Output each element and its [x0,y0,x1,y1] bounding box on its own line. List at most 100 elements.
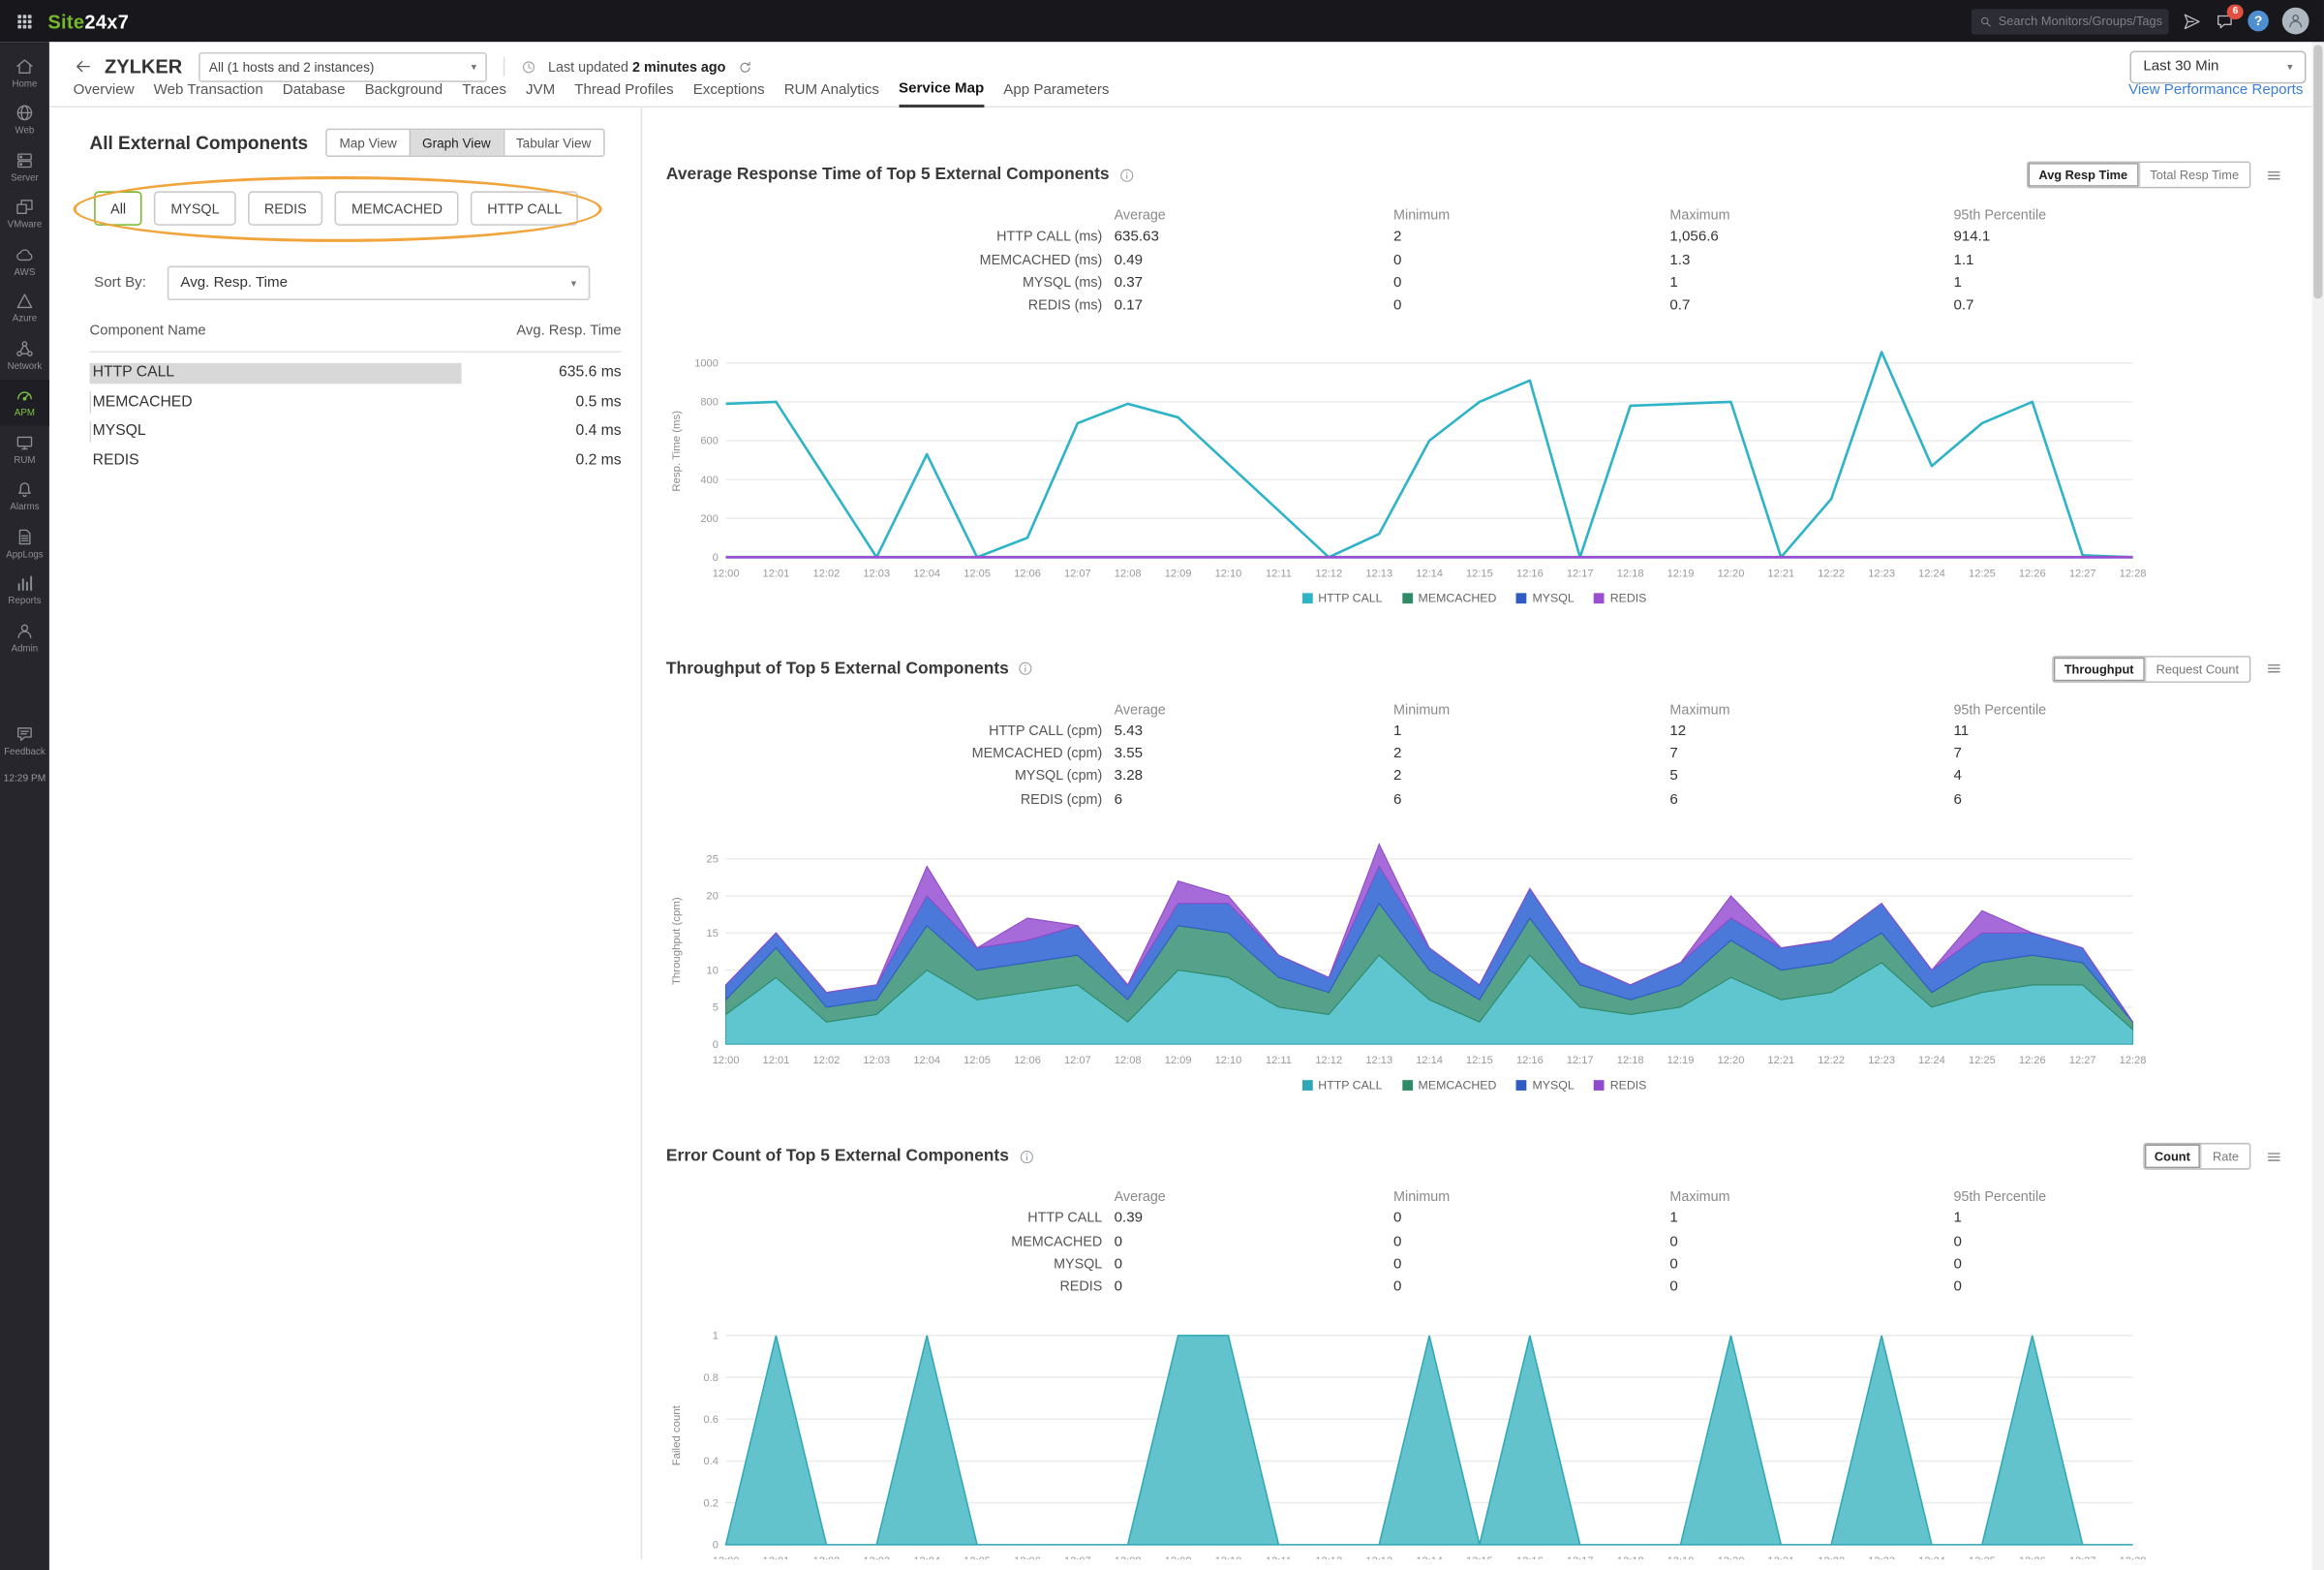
toggle-request-count[interactable]: Request Count [2144,657,2249,681]
view-performance-reports-link[interactable]: View Performance Reports [2128,82,2303,107]
chart-canvas[interactable]: 051015202512:0012:0112:0212:0312:0412:05… [666,823,2189,1074]
tab-service-map[interactable]: Service Map [899,80,984,108]
filter-chip-memcached[interactable]: MEMCACHED [335,191,459,225]
filter-chip-all[interactable]: All [94,191,142,225]
tab-rum-analytics[interactable]: RUM Analytics [784,82,879,107]
sidebar-item-feedback[interactable]: Feedback [0,718,49,765]
tab-database[interactable]: Database [283,82,346,107]
chat-icon[interactable]: 6 [2215,12,2234,31]
legend-item-mysql[interactable]: MYSQL [1516,591,1575,604]
component-row-http-call[interactable]: HTTP CALL635.6 ms [90,358,622,387]
main-area: ZYLKER All (1 hosts and 2 instances) ▾ L… [49,42,2324,1570]
time-range-dropdown[interactable]: Last 30 Min ▾ [2129,50,2306,83]
user-avatar[interactable] [2282,8,2309,35]
search-input[interactable] [1999,14,2163,28]
tab-thread-profiles[interactable]: Thread Profiles [574,82,673,107]
sidebar-item-admin[interactable]: Admin [0,614,49,662]
svg-text:12:15: 12:15 [1466,1055,1493,1066]
back-button[interactable] [74,57,93,77]
vertical-scrollbar[interactable] [2312,42,2324,1570]
site24x7-logo[interactable]: Site24x7 [47,10,129,32]
last-updated-value: 2 minutes ago [632,59,725,74]
sidebar-item-applogs[interactable]: AppLogs [0,520,49,568]
filter-chip-http-call[interactable]: HTTP CALL [471,191,578,225]
svg-text:800: 800 [700,396,719,408]
stat-value: 2 [1393,226,1669,249]
send-icon[interactable] [2182,12,2201,31]
tab-jvm[interactable]: JVM [526,82,555,107]
info-icon[interactable] [1018,1148,1034,1164]
svg-text:12:03: 12:03 [863,1555,890,1559]
chart-menu-icon[interactable] [2266,661,2282,677]
tab-background[interactable]: Background [365,82,443,107]
stat-value: 6 [1115,788,1393,812]
component-row-mysql[interactable]: MYSQL0.4 ms [90,416,622,446]
chart-canvas[interactable]: 0200400600800100012:0012:0112:0212:0312:… [666,329,2189,586]
stat-value: 7 [1669,742,1953,765]
legend-item-http-call[interactable]: HTTP CALL [1301,591,1382,604]
legend-item-redis[interactable]: REDIS [1594,591,1647,604]
svg-text:12:14: 12:14 [1416,1555,1443,1559]
chart-menu-icon[interactable] [2266,1148,2282,1164]
apps-grid-icon[interactable] [15,12,34,31]
svg-text:12:21: 12:21 [1767,1555,1794,1559]
scrollbar-thumb[interactable] [2313,45,2322,298]
tab-traces[interactable]: Traces [462,82,506,107]
info-icon[interactable] [1118,167,1135,183]
svg-text:12:04: 12:04 [913,1555,940,1559]
svg-text:12:23: 12:23 [1868,568,1895,579]
legend-item-mysql[interactable]: MYSQL [1516,1079,1575,1093]
sidebar-item-azure[interactable]: Azure [0,285,49,332]
filter-chip-mysql[interactable]: MYSQL [154,191,235,225]
toggle-count[interactable]: Count [2144,1144,2201,1168]
svg-text:12:12: 12:12 [1315,1055,1342,1066]
svg-text:12:08: 12:08 [1115,1555,1142,1559]
chart-canvas[interactable]: 00.20.40.60.8112:0012:0112:0212:0312:041… [666,1310,2189,1559]
sort-by-dropdown[interactable]: Avg. Resp. Time ▾ [168,266,590,300]
refresh-icon[interactable] [738,59,752,74]
sidebar-item-label: Admin [12,643,39,654]
toggle-throughput[interactable]: Throughput [2054,657,2144,681]
component-row-memcached[interactable]: MEMCACHED0.5 ms [90,387,622,416]
global-search[interactable] [1972,8,2169,33]
svg-text:12:09: 12:09 [1165,568,1192,579]
sidebar-item-reports[interactable]: Reports [0,567,49,614]
view-button-graph-view[interactable]: Graph View [409,130,503,155]
sidebar-item-web[interactable]: Web [0,96,49,143]
view-button-map-view[interactable]: Map View [327,130,409,155]
legend-item-memcached[interactable]: MEMCACHED [1402,1079,1497,1093]
sidebar-item-vmware[interactable]: VMware [0,191,49,238]
toggle-total-resp-time[interactable]: Total Resp Time [2138,163,2249,187]
legend-item-memcached[interactable]: MEMCACHED [1402,591,1497,604]
component-row-redis[interactable]: REDIS0.2 ms [90,446,622,475]
tab-overview[interactable]: Overview [74,82,135,107]
tab-app-parameters[interactable]: App Parameters [1003,82,1109,107]
sidebar-item-alarms[interactable]: Alarms [0,473,49,520]
sidebar-item-apm[interactable]: APM [0,379,49,426]
chart-toggle-group: CountRate [2143,1143,2251,1170]
vmware-icon [15,198,34,217]
tab-web-transaction[interactable]: Web Transaction [154,82,263,107]
view-button-tabular-view[interactable]: Tabular View [503,130,603,155]
toggle-avg-resp-time[interactable]: Avg Resp Time [2029,163,2138,187]
tab-exceptions[interactable]: Exceptions [693,82,765,107]
sidebar-item-rum[interactable]: RUM [0,426,49,474]
chart-menu-icon[interactable] [2266,167,2282,183]
toggle-rate[interactable]: Rate [2201,1144,2249,1168]
stat-row-label: MEMCACHED [666,1230,1115,1253]
legend-item-redis[interactable]: REDIS [1594,1079,1647,1093]
sidebar-item-server[interactable]: Server [0,143,49,191]
hosts-dropdown[interactable]: All (1 hosts and 2 instances) ▾ [199,51,487,81]
sidebar-item-aws[interactable]: AWS [0,237,49,285]
sort-by-value: Avg. Resp. Time [180,275,288,292]
legend-item-http-call[interactable]: HTTP CALL [1301,1079,1382,1093]
info-icon[interactable] [1018,661,1034,677]
sidebar-item-network[interactable]: Network [0,331,49,379]
stat-column-header: Average [1115,698,1393,720]
legend-swatch [1301,1080,1312,1091]
help-icon[interactable]: ? [2248,11,2269,32]
svg-text:12:02: 12:02 [813,1055,841,1066]
filter-chip-redis[interactable]: REDIS [248,191,323,225]
section-title: Throughput of Top 5 External Components [666,660,1009,678]
sidebar-item-home[interactable]: Home [0,49,49,97]
